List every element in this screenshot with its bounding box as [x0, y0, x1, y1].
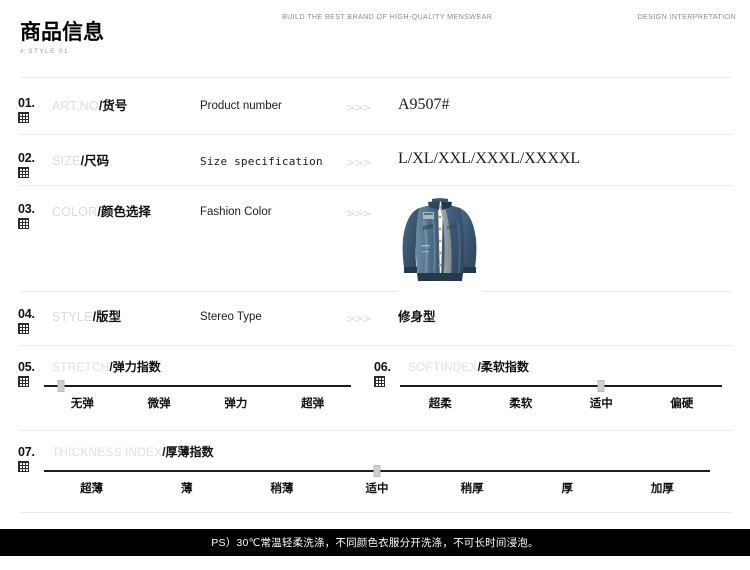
- slider-track[interactable]: [44, 380, 351, 392]
- row-label-cn: /尺码: [80, 154, 110, 168]
- page-title: 商品信息: [20, 21, 104, 44]
- chevron-right-icon: >>>: [346, 207, 372, 220]
- row-mid-label-fashion-color: Fashion Color: [200, 206, 272, 218]
- product-image-denim-jacket: [398, 193, 482, 297]
- slider-tick[interactable]: 超薄: [44, 480, 139, 496]
- row-label-style: STYLE/版型: [52, 311, 121, 324]
- divider-row-03: [20, 291, 732, 292]
- row-label-size: SIZE/尺码: [52, 155, 109, 168]
- slider-tick[interactable]: 超弹: [274, 395, 351, 411]
- slider-tick[interactable]: 适中: [561, 395, 642, 411]
- row-index-02: 02.: [18, 152, 52, 178]
- divider-row-01: [20, 134, 732, 135]
- slider-label-cn: /弹力指数: [109, 360, 161, 374]
- softness-slider[interactable]: 超柔 柔软 适中 偏硬: [400, 380, 722, 410]
- slider-tick[interactable]: 超柔: [400, 395, 481, 411]
- slider-track[interactable]: [400, 380, 722, 392]
- chevron-right-icon: >>>: [346, 156, 372, 169]
- slider-label-softness: SOFTINDEX/柔软指数: [408, 361, 529, 373]
- slider-label-cn: /柔软指数: [477, 360, 529, 374]
- grid-pattern-icon: [374, 375, 385, 387]
- chevron-right-icon: >>>: [346, 312, 372, 325]
- row-label-en: COLOR: [52, 205, 98, 219]
- row-index-06: 06.: [374, 361, 408, 387]
- page-title-block: 商品信息 # STYLE 01: [20, 21, 104, 56]
- slider-label-stretch: STRETCH/弹力指数: [52, 361, 161, 373]
- slider-thumb[interactable]: [373, 465, 381, 477]
- slider-track[interactable]: [44, 465, 710, 477]
- slider-tick[interactable]: 微弹: [121, 395, 198, 411]
- design-interpretation-label: DESIGN INTERPRETATION: [637, 12, 736, 21]
- row-label-color: COLOR/颜色选择: [52, 206, 151, 219]
- slider-label-en: STRETCH: [52, 360, 110, 374]
- slider-thumb[interactable]: [597, 380, 605, 392]
- row-index-01: 01.: [18, 97, 52, 123]
- row-index-04: 04.: [18, 308, 52, 334]
- grid-pattern-icon: [18, 217, 29, 229]
- row-number: 05.: [18, 360, 35, 374]
- grid-pattern-icon: [18, 460, 29, 472]
- slider-tick[interactable]: 适中: [329, 480, 424, 496]
- slider-tick-labels: 超薄 薄 稍薄 适中 稍厚 厚 加厚: [44, 480, 710, 496]
- slider-tick[interactable]: 稍厚: [425, 480, 520, 496]
- row-number: 04.: [18, 307, 35, 321]
- slider-tick[interactable]: 偏硬: [642, 395, 723, 411]
- divider-row-04: [20, 345, 732, 346]
- row-value-art-no: A9507#: [398, 96, 450, 113]
- chevron-right-icon: >>>: [346, 101, 372, 114]
- row-index-03: 03.: [18, 203, 52, 229]
- denim-jacket-illustration: [398, 193, 482, 297]
- row-label-cn: /颜色选择: [97, 205, 151, 219]
- slider-label-en: SOFTINDEX: [408, 360, 478, 374]
- row-label-cn: /版型: [92, 310, 122, 324]
- slider-label-cn: /厚薄指数: [162, 445, 214, 459]
- row-index-05: 05.: [18, 361, 52, 387]
- page-subtitle: # STYLE 01: [20, 48, 70, 56]
- row-number: 03.: [18, 202, 35, 216]
- slider-tick[interactable]: 厚: [520, 480, 615, 496]
- row-label-en: ART.NO: [52, 99, 99, 113]
- row-index-07: 07.: [18, 446, 52, 472]
- thickness-slider[interactable]: 超薄 薄 稍薄 适中 稍厚 厚 加厚: [44, 465, 710, 495]
- row-number: 01.: [18, 96, 35, 110]
- divider-row-07: [20, 512, 732, 513]
- care-instructions-text: PS）30℃常温轻柔洗涤，不同颜色衣服分开洗涤，不可长时间浸泡。: [211, 537, 539, 549]
- product-info-page: BUILD THE BEST BRAND OF HIGH-QUALITY MEN…: [0, 0, 750, 570]
- row-number: 06.: [374, 360, 391, 374]
- divider-row-05-06: [20, 430, 732, 431]
- slider-tick[interactable]: 弹力: [198, 395, 275, 411]
- slider-label-en: THICKNESS INDEX: [52, 445, 163, 459]
- row-value-style: 修身型: [398, 310, 436, 324]
- row-number: 02.: [18, 151, 35, 165]
- slider-thumb[interactable]: [57, 380, 65, 392]
- row-label-art-no: ART.NO/货号: [52, 100, 127, 113]
- slider-tick[interactable]: 柔软: [481, 395, 562, 411]
- row-mid-label-size-specification: Size specification: [200, 155, 323, 168]
- row-value-size: L/XL/XXL/XXXL/XXXXL: [398, 150, 581, 167]
- row-label-en: SIZE: [52, 154, 81, 168]
- row-number: 07.: [18, 445, 35, 459]
- row-label-en: STYLE: [52, 310, 93, 324]
- top-bar: BUILD THE BEST BRAND OF HIGH-QUALITY MEN…: [0, 12, 750, 26]
- row-mid-label-product-number: Product number: [200, 100, 282, 112]
- slider-label-thickness: THICKNESS INDEX/厚薄指数: [52, 446, 214, 458]
- grid-pattern-icon: [18, 111, 29, 123]
- brand-tagline: BUILD THE BEST BRAND OF HIGH-QUALITY MEN…: [282, 12, 493, 21]
- care-instructions-bar: PS）30℃常温轻柔洗涤，不同颜色衣服分开洗涤，不可长时间浸泡。: [0, 529, 750, 556]
- slider-tick[interactable]: 薄: [139, 480, 234, 496]
- slider-tick[interactable]: 加厚: [615, 480, 710, 496]
- slider-tick-labels: 超柔 柔软 适中 偏硬: [400, 395, 722, 411]
- grid-pattern-icon: [18, 375, 29, 387]
- divider-top: [20, 77, 732, 78]
- stretch-slider[interactable]: 无弹 微弹 弹力 超弹: [44, 380, 351, 410]
- grid-pattern-icon: [18, 322, 29, 334]
- grid-pattern-icon: [18, 166, 29, 178]
- slider-tick[interactable]: 无弹: [44, 395, 121, 411]
- row-mid-label-stereo-type: Stereo Type: [200, 311, 262, 323]
- divider-row-02: [20, 185, 732, 186]
- slider-tick[interactable]: 稍薄: [234, 480, 329, 496]
- slider-tick-labels: 无弹 微弹 弹力 超弹: [44, 395, 351, 411]
- row-label-cn: /货号: [98, 99, 128, 113]
